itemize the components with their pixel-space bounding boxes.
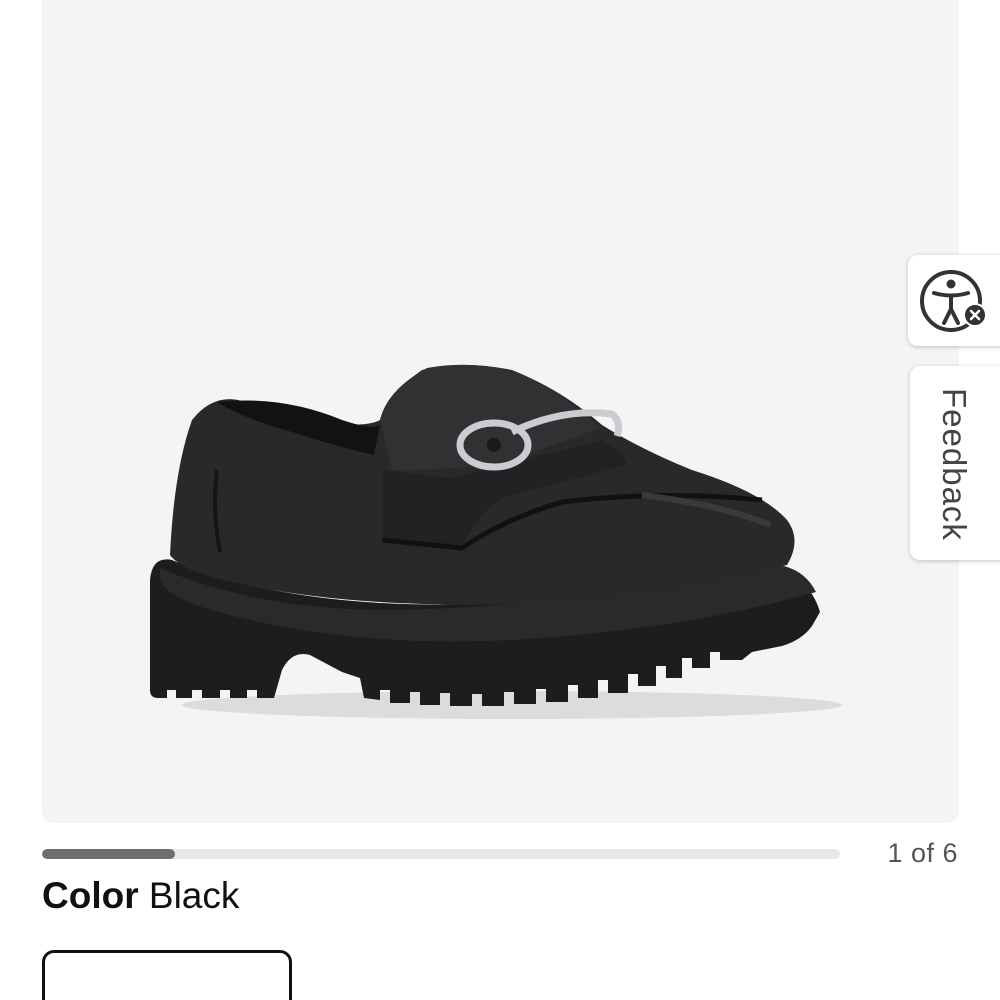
color-label: Color [42,875,139,916]
product-image-gallery[interactable] [42,0,959,823]
gallery-progress-bar [42,849,840,859]
feedback-tab[interactable]: Feedback [910,366,1000,560]
gallery-progress-fill [42,849,176,859]
accessibility-icon [920,270,987,332]
accessibility-button[interactable] [908,255,1000,346]
color-swatch-black[interactable] [42,950,292,1000]
product-page: 1 of 6 Color Black Feedback [0,0,1000,1000]
color-value: Black [148,875,240,916]
product-photo [150,364,842,719]
color-selection-label: Color Black [42,874,239,918]
slide-counter: 1 of 6 [887,838,958,868]
feedback-label: Feedback [936,388,973,541]
